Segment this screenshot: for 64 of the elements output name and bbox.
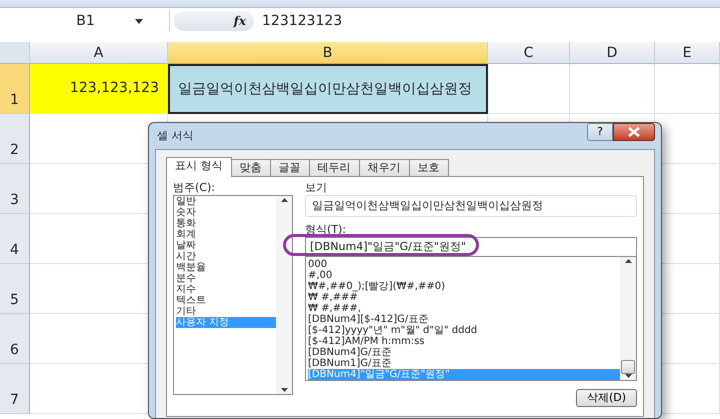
category-item[interactable]: 시간 xyxy=(176,251,276,262)
column-header[interactable]: E xyxy=(655,42,720,64)
table-cell: 123,123,123 xyxy=(30,64,168,114)
column-header[interactable]: C xyxy=(488,42,570,64)
scroll-thumb[interactable] xyxy=(621,360,635,374)
row-header[interactable]: 6 xyxy=(0,314,30,364)
format-item[interactable]: [$-412]yyyy"년" m"월" d"일" dddd xyxy=(308,325,620,336)
category-item[interactable]: 회계 xyxy=(176,229,276,240)
delete-button[interactable]: 삭제(D) xyxy=(576,389,637,407)
format-item[interactable]: 000 xyxy=(308,259,620,270)
category-item[interactable]: 백분율 xyxy=(176,262,276,273)
format-item[interactable]: [$-412]AM/PM h:mm:ss xyxy=(308,336,620,347)
row-header[interactable]: 5 xyxy=(0,264,30,314)
insert-function-button[interactable]: fx xyxy=(174,11,254,31)
cell-reference: B1 xyxy=(76,12,95,30)
row-header[interactable]: 1 xyxy=(0,64,30,114)
formula-input[interactable]: 123123123 xyxy=(254,10,342,32)
column-header[interactable]: A xyxy=(30,42,168,64)
format-item[interactable]: ₩#,##0_);[빨강](₩#,##0) xyxy=(308,281,620,292)
tab[interactable]: 테두리 xyxy=(308,159,360,176)
format-item[interactable]: ₩ #,### xyxy=(308,292,620,303)
column-header[interactable]: D xyxy=(570,42,655,64)
help-button[interactable]: ? xyxy=(587,123,613,141)
sample-label: 보기 xyxy=(305,181,328,195)
scrollbar[interactable] xyxy=(276,196,292,394)
format-item[interactable]: [DBNum4][$-412]G/표준 xyxy=(308,314,620,325)
format-item[interactable]: [DBNum1]G/표준 xyxy=(308,358,620,369)
tab[interactable]: 채우기 xyxy=(358,159,410,176)
scroll-up-icon[interactable] xyxy=(280,198,288,202)
format-list[interactable]: 000 #,00 ₩#,##0_);[빨강](₩#,##0) ₩ #,### ₩ #,###, [DBNum4][$-412]G/표준 [$-412]yyyy"년" m"월" d"일" dddd [$-412]AM/PM h:mm:ss [DBNum4]G/표준 [DBNum1]G/표준 [DBNum4]"일금"G/표준"원정" xyxy=(305,257,637,381)
table-cell xyxy=(655,64,720,114)
category-label: 범주(C): xyxy=(173,181,216,195)
format-input[interactable]: [DBNum4]"일금"G/표준"원정" xyxy=(305,237,637,257)
scroll-down-icon[interactable] xyxy=(280,388,288,392)
category-item[interactable]: 통화 xyxy=(176,218,276,229)
category-item[interactable]: 기타 xyxy=(176,306,276,317)
dropdown-icon[interactable] xyxy=(134,18,143,24)
column-header[interactable]: B xyxy=(168,42,488,64)
format-item[interactable]: #,00 xyxy=(308,270,620,281)
row-header[interactable]: 4 xyxy=(0,214,30,264)
category-item[interactable]: 일반 xyxy=(176,196,276,207)
tab[interactable]: 글꼴 xyxy=(270,159,310,176)
format-item[interactable]: ₩ #,###, xyxy=(308,303,620,314)
row-header[interactable]: 7 xyxy=(0,364,30,414)
tab[interactable]: 표시 형식 xyxy=(166,157,232,177)
tab[interactable]: 보호 xyxy=(408,159,448,176)
category-list[interactable]: 일반 숫자 통화 회계 날짜 시간 백분율 분수 지수 텍스트 기타 사용자 지정 xyxy=(173,195,293,395)
scrollbar[interactable] xyxy=(620,257,636,380)
category-item[interactable]: 날짜 xyxy=(176,240,276,251)
row-header[interactable]: 2 xyxy=(0,114,30,164)
category-item[interactable]: 지수 xyxy=(176,284,276,295)
category-item[interactable]: 숫자 xyxy=(176,207,276,218)
table-cell: 일금일억이천삼백일십이만삼천일백이십삼원정 xyxy=(168,64,488,114)
row-header[interactable]: 3 xyxy=(0,164,30,214)
dialog-title: 셀 서식 xyxy=(157,128,194,144)
sample-text: 일금일억이천삼백일십이만삼천일백이십삼원정 xyxy=(305,195,637,217)
close-icon xyxy=(628,127,640,137)
tab[interactable]: 맞춤 xyxy=(230,159,270,176)
scroll-up-icon[interactable] xyxy=(624,259,632,263)
category-item[interactable]: 분수 xyxy=(176,273,276,284)
category-item[interactable]: 텍스트 xyxy=(176,295,276,306)
format-label: 형식(T): xyxy=(305,223,348,237)
close-button[interactable] xyxy=(613,123,655,141)
format-item[interactable]: [DBNum4]G/표준 xyxy=(308,347,620,358)
